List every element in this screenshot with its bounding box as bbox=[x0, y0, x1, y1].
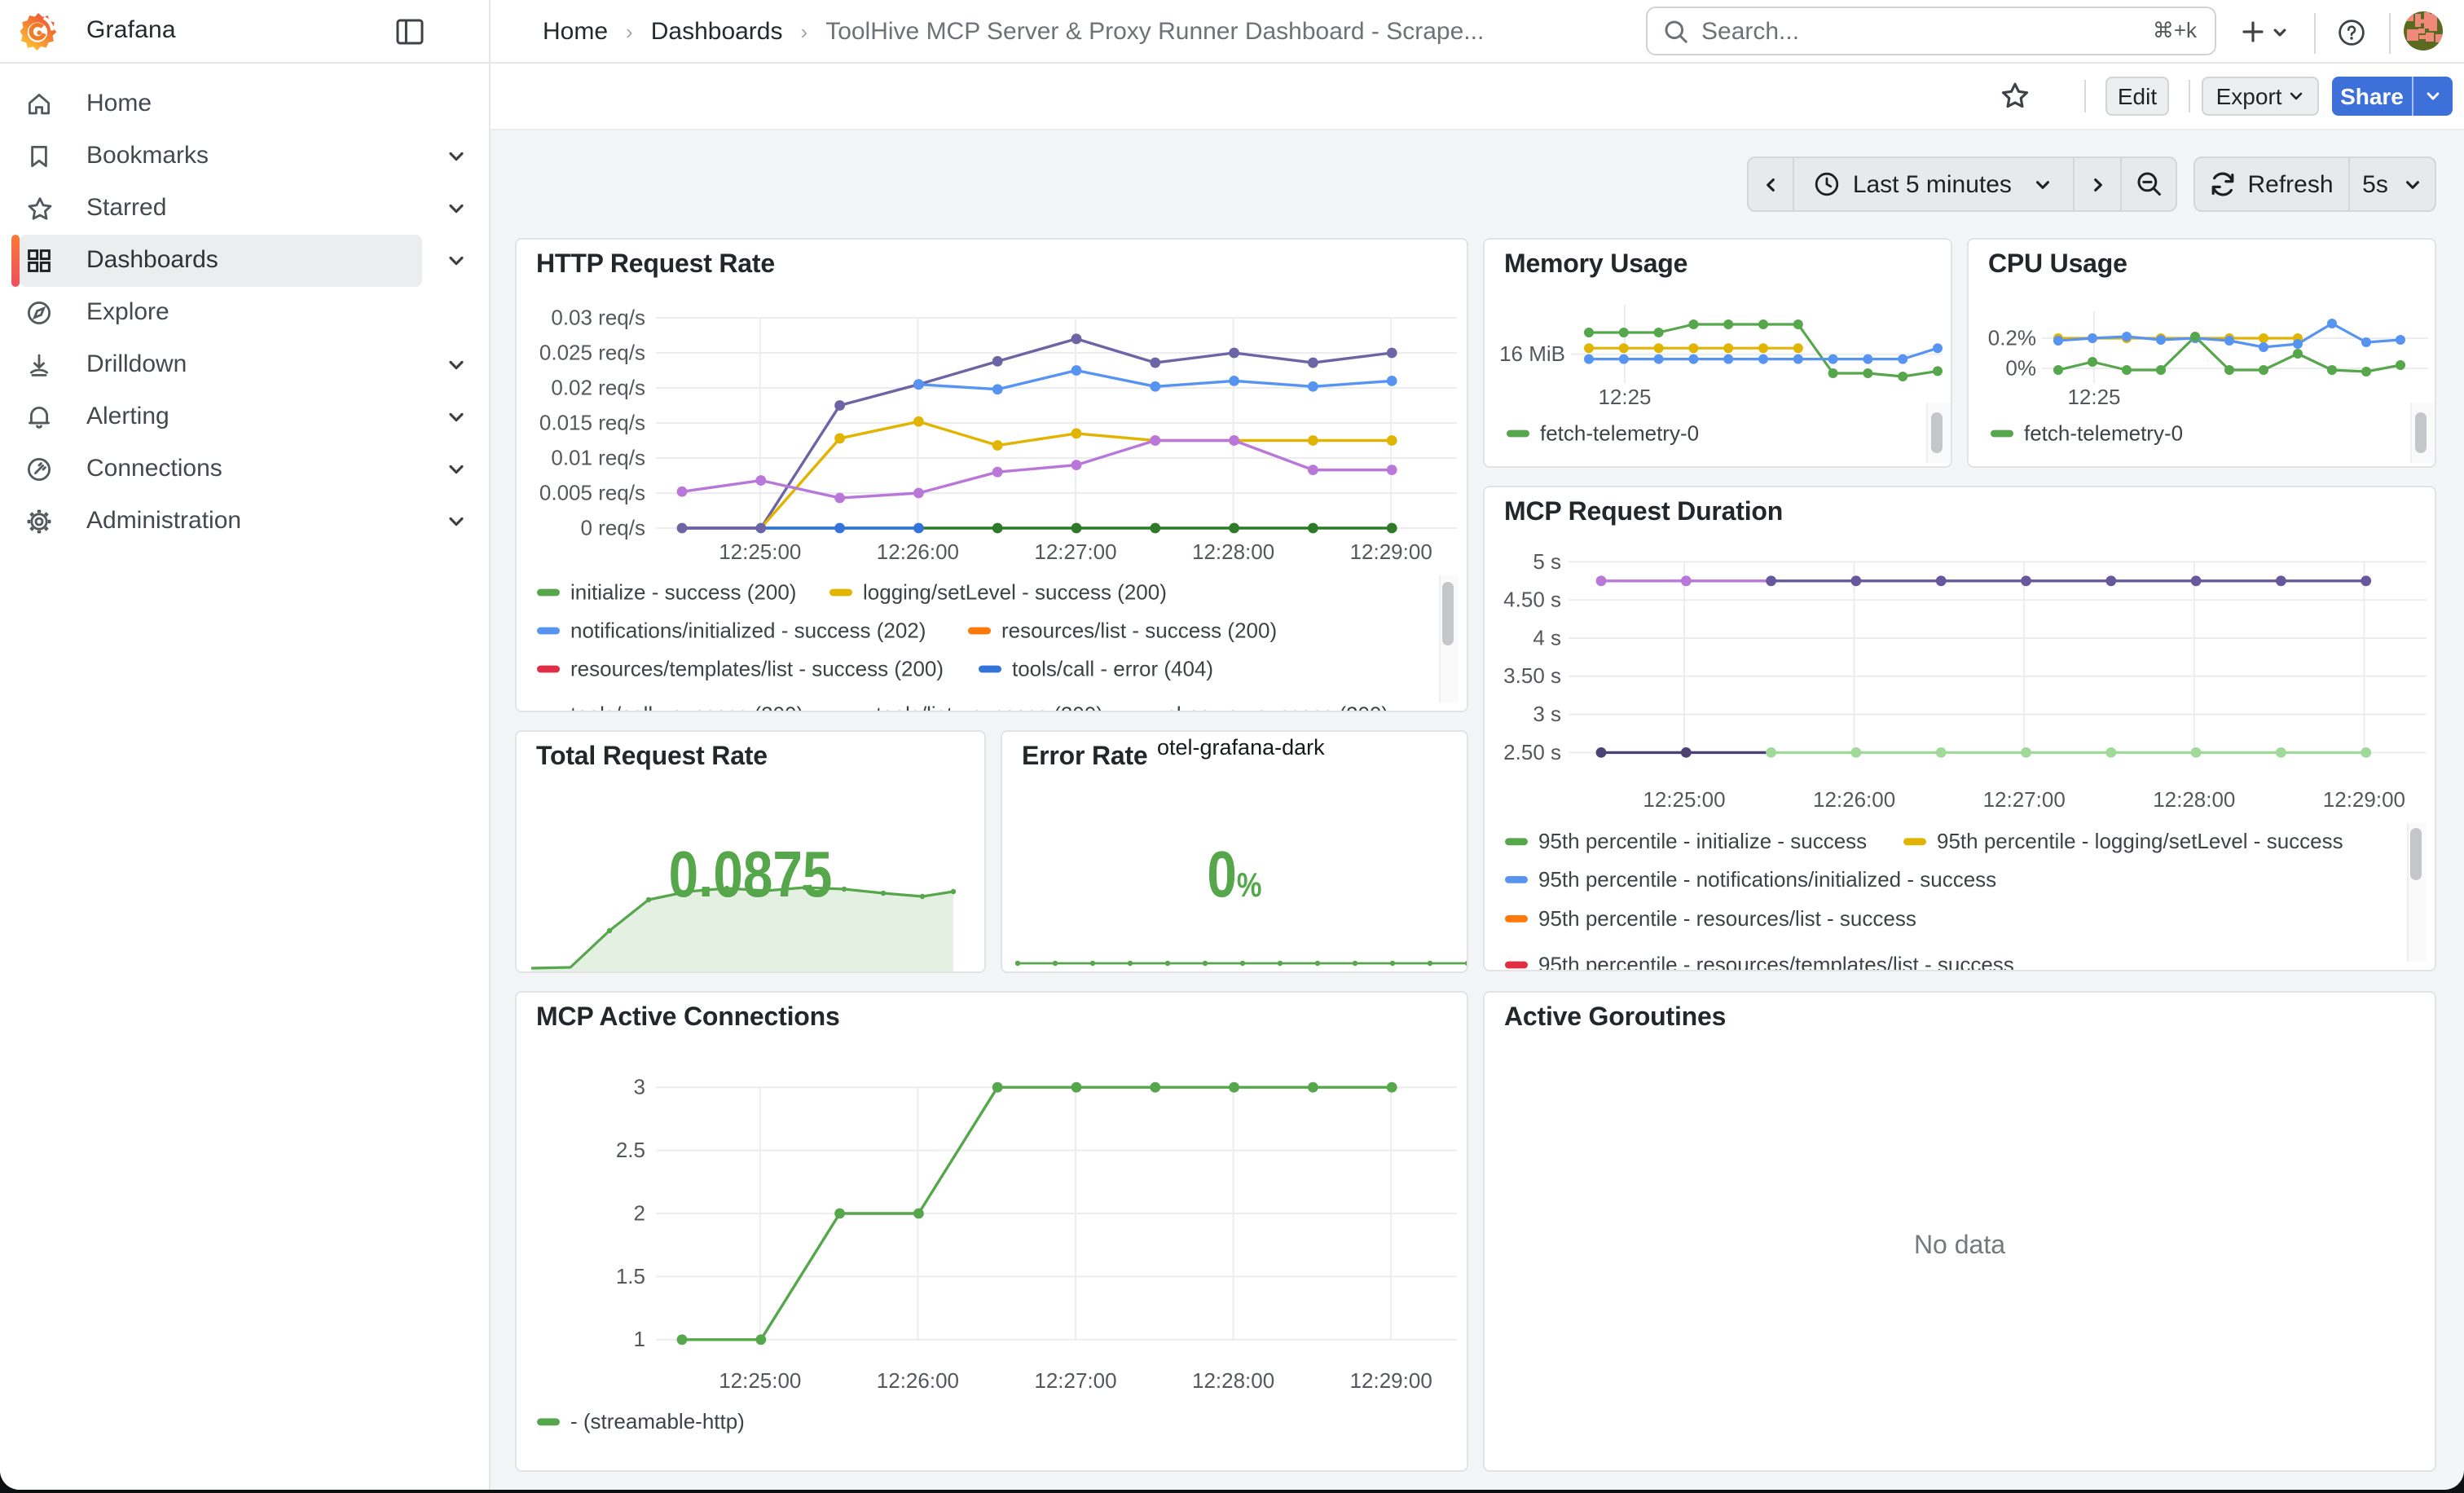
svg-text:2.5: 2.5 bbox=[616, 1138, 645, 1162]
svg-text:12:28:00: 12:28:00 bbox=[1192, 540, 1274, 564]
svg-text:12:25: 12:25 bbox=[1598, 385, 1651, 409]
svg-text:12:28:00: 12:28:00 bbox=[2153, 787, 2235, 812]
svg-text:95th percentile - initialize -: 95th percentile - initialize - success bbox=[1538, 829, 1867, 853]
svg-text:4.50 s: 4.50 s bbox=[1503, 588, 1561, 612]
svg-text:12:26:00: 12:26:00 bbox=[877, 540, 959, 564]
svg-text:12:27:00: 12:27:00 bbox=[1034, 540, 1116, 564]
svg-text:0.02 req/s: 0.02 req/s bbox=[551, 375, 645, 399]
svg-text:initialize - success (200): initialize - success (200) bbox=[570, 579, 796, 604]
svg-text:12:29:00: 12:29:00 bbox=[2323, 787, 2405, 812]
svg-text:2: 2 bbox=[634, 1200, 645, 1225]
svg-text:12:26:00: 12:26:00 bbox=[877, 1368, 959, 1393]
svg-text:0.015 req/s: 0.015 req/s bbox=[539, 410, 645, 434]
svg-text:5 s: 5 s bbox=[1533, 549, 1561, 574]
svg-text:- (streamable-http): - (streamable-http) bbox=[570, 1409, 745, 1434]
svg-text:0%: 0% bbox=[2005, 355, 2036, 380]
svg-text:12:29:00: 12:29:00 bbox=[1350, 1368, 1432, 1393]
svg-text:fetch-telemetry-0: fetch-telemetry-0 bbox=[2024, 421, 2183, 445]
svg-text:1: 1 bbox=[634, 1327, 645, 1351]
svg-text:resources/templates/list - suc: resources/templates/list - success (200) bbox=[570, 656, 944, 680]
svg-text:95th percentile - notification: 95th percentile - notifications/initiali… bbox=[1538, 867, 1996, 892]
svg-text:95th percentile - resources/li: 95th percentile - resources/list - succe… bbox=[1538, 906, 1916, 931]
svg-text:1.5: 1.5 bbox=[616, 1264, 645, 1288]
svg-text:0.01 req/s: 0.01 req/s bbox=[551, 445, 645, 469]
svg-text:tools/call - success (200): tools/call - success (200) bbox=[570, 702, 803, 711]
svg-text:12:25:00: 12:25:00 bbox=[719, 540, 801, 564]
svg-text:logging/setLevel - success (20: logging/setLevel - success (200) bbox=[863, 579, 1167, 604]
svg-text:2.50 s: 2.50 s bbox=[1503, 740, 1561, 764]
svg-text:resources/list - success (200): resources/list - success (200) bbox=[1001, 618, 1277, 642]
svg-text:unknown - success (200): unknown - success (200) bbox=[1153, 702, 1388, 711]
svg-text:tools/call - error (404): tools/call - error (404) bbox=[1012, 656, 1213, 680]
svg-text:12:27:00: 12:27:00 bbox=[1983, 787, 2066, 812]
svg-text:0.005 req/s: 0.005 req/s bbox=[539, 480, 645, 504]
svg-text:12:25:00: 12:25:00 bbox=[719, 1368, 801, 1393]
svg-text:0.025 req/s: 0.025 req/s bbox=[539, 340, 645, 364]
svg-text:12:26:00: 12:26:00 bbox=[1813, 787, 1895, 812]
svg-text:3.50 s: 3.50 s bbox=[1503, 663, 1561, 688]
svg-text:4 s: 4 s bbox=[1533, 625, 1561, 650]
svg-text:12:29:00: 12:29:00 bbox=[1350, 540, 1432, 564]
svg-text:fetch-telemetry-0: fetch-telemetry-0 bbox=[1540, 421, 1699, 445]
svg-text:3: 3 bbox=[634, 1075, 645, 1099]
svg-text:12:27:00: 12:27:00 bbox=[1034, 1368, 1116, 1393]
svg-text:tools/list - success (200): tools/list - success (200) bbox=[876, 702, 1103, 711]
svg-text:3 s: 3 s bbox=[1533, 702, 1561, 726]
svg-text:0 req/s: 0 req/s bbox=[581, 515, 646, 540]
svg-text:12:25:00: 12:25:00 bbox=[1643, 787, 1725, 812]
svg-text:12:25: 12:25 bbox=[2067, 385, 2120, 409]
svg-text:95th percentile - logging/setL: 95th percentile - logging/setLevel - suc… bbox=[1937, 829, 2343, 853]
svg-text:notifications/initialized - su: notifications/initialized - success (202… bbox=[570, 618, 926, 642]
svg-text:0.2%: 0.2% bbox=[1988, 325, 2036, 350]
svg-text:0.03 req/s: 0.03 req/s bbox=[551, 305, 645, 329]
svg-text:16 MiB: 16 MiB bbox=[1499, 341, 1565, 366]
svg-text:95th percentile - resources/te: 95th percentile - resources/templates/li… bbox=[1538, 952, 2014, 970]
svg-text:12:28:00: 12:28:00 bbox=[1192, 1368, 1274, 1393]
